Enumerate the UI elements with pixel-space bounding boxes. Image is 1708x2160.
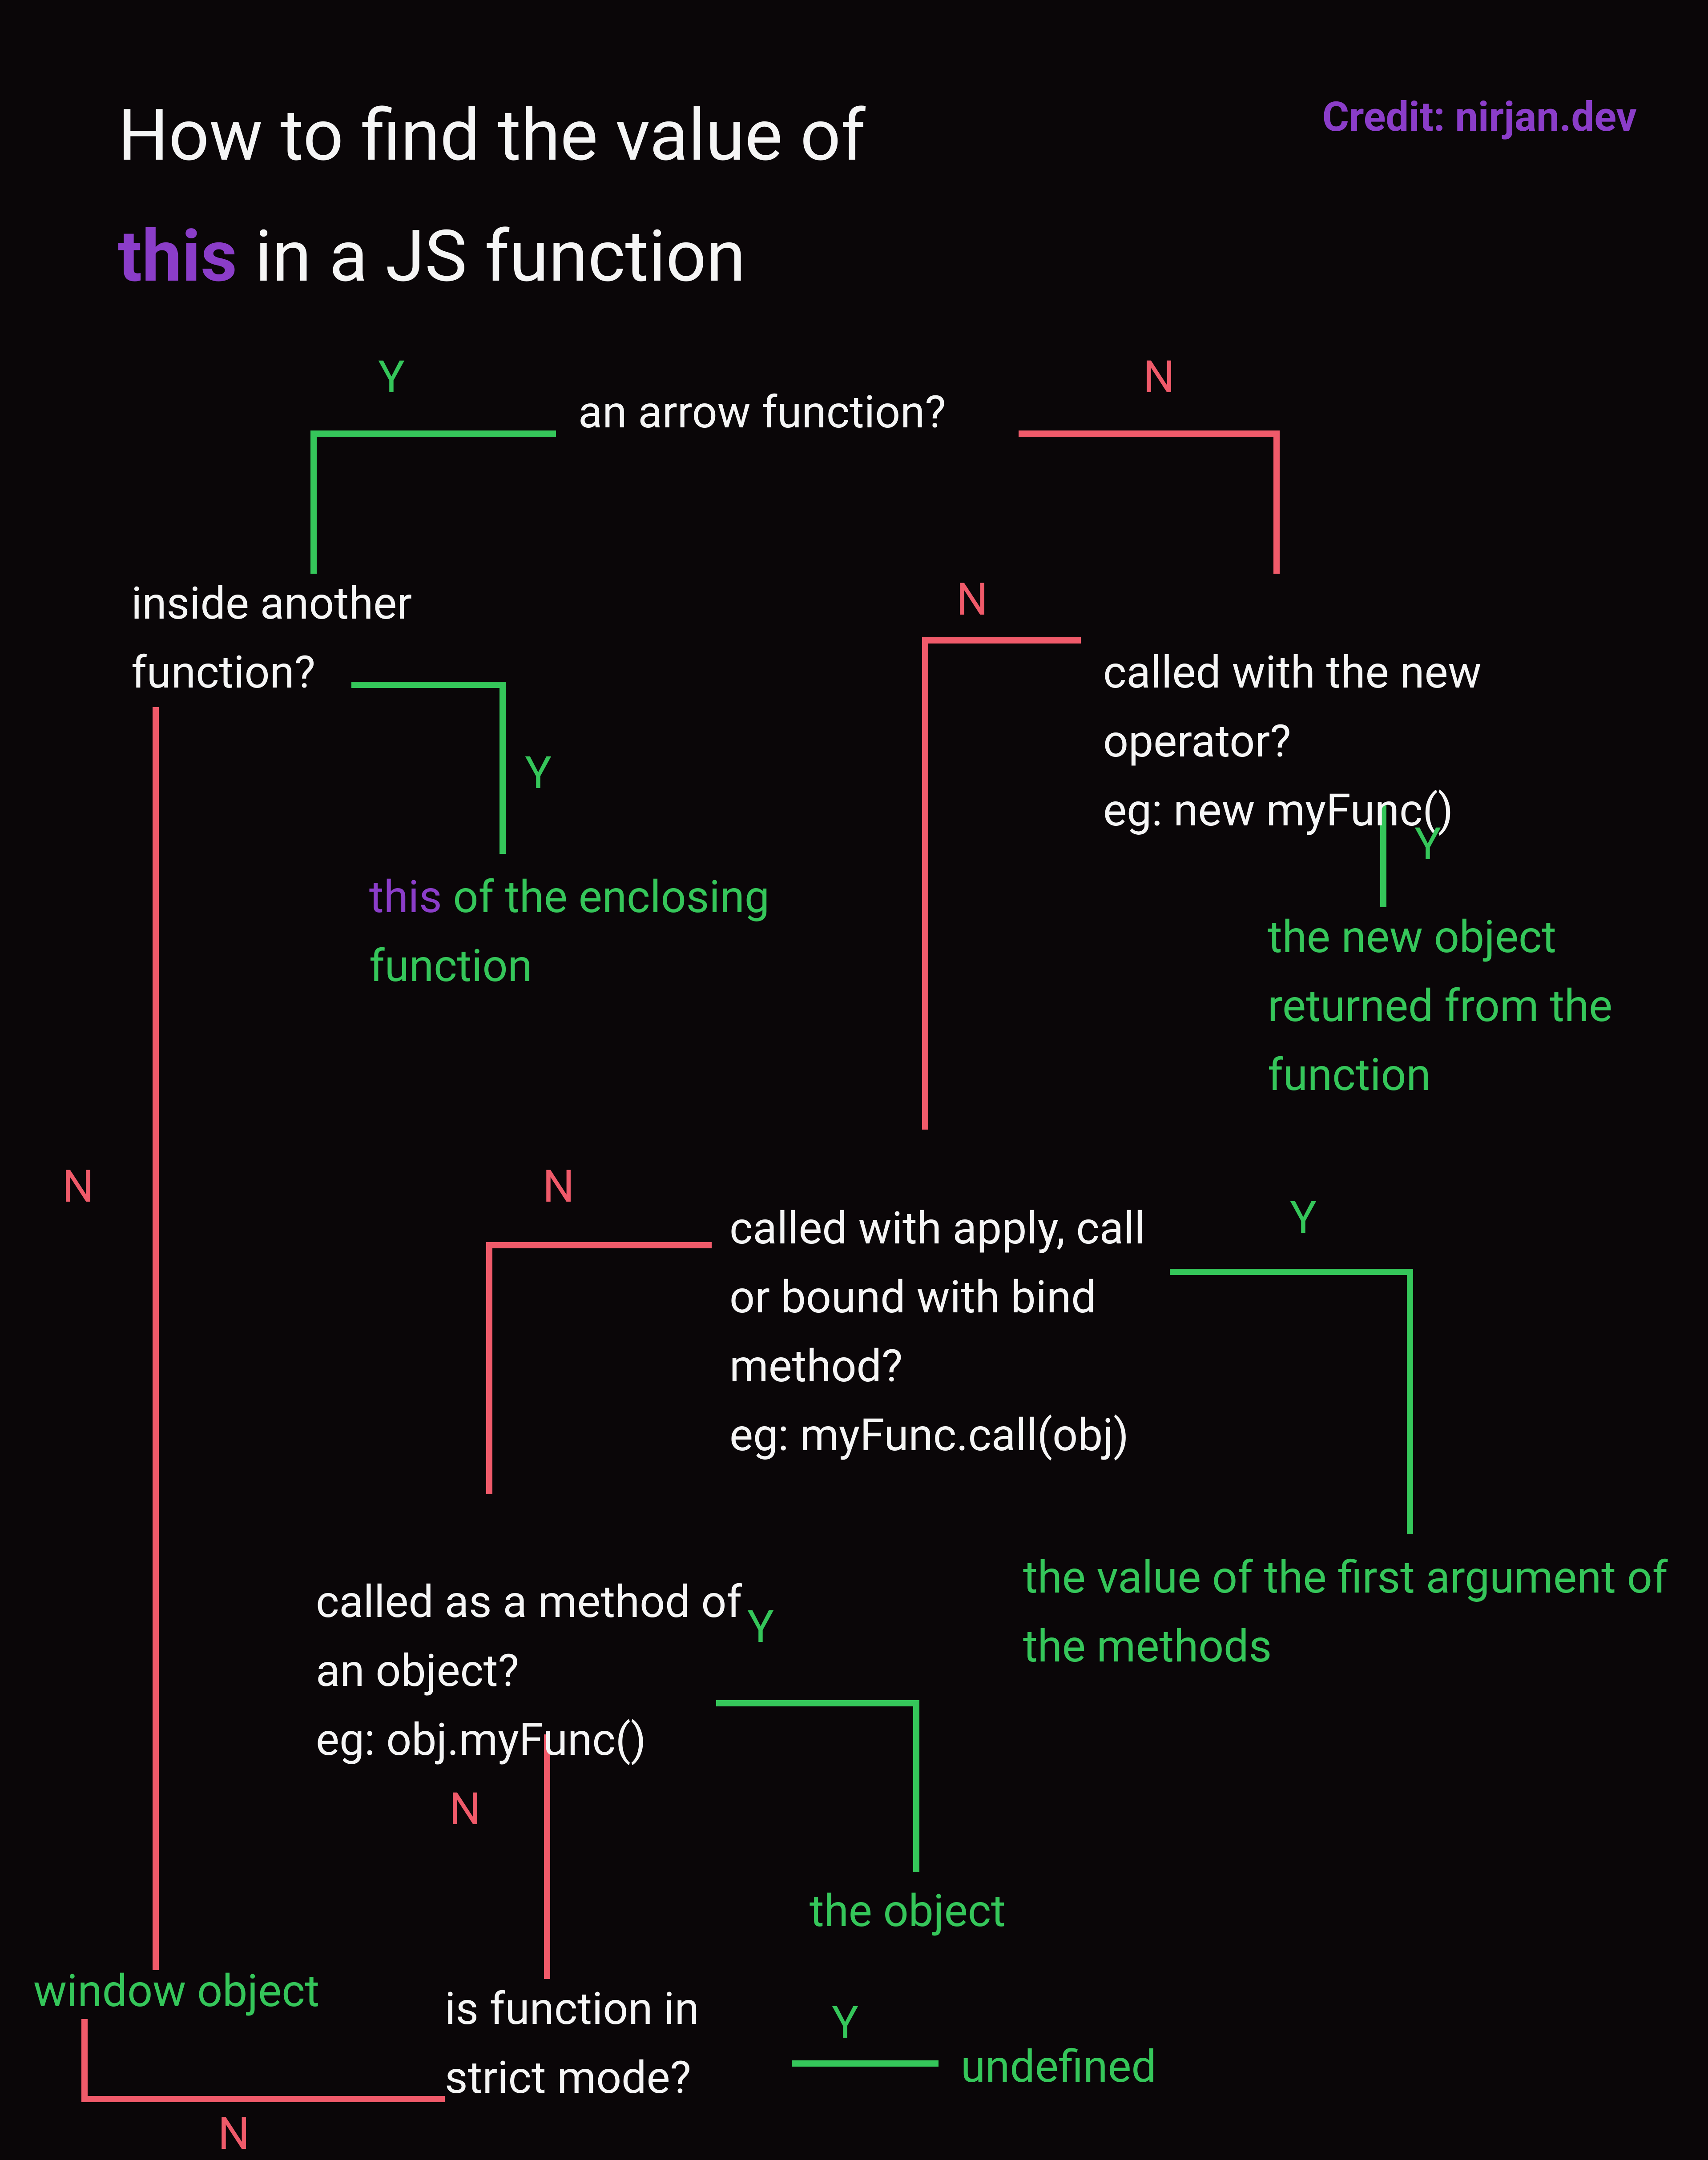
answer-undefined-text: undefined bbox=[961, 2041, 1156, 2093]
question-arrow: an arrow function? bbox=[578, 378, 946, 447]
label-yes: Y bbox=[832, 1997, 858, 2049]
answer-new-object: the new object returned from the functio… bbox=[1268, 903, 1677, 1110]
answer-enclosing-kw: this bbox=[369, 871, 442, 923]
question-method-text: called as a method of an object? eg: obj… bbox=[316, 1576, 742, 1766]
label-yes: Y bbox=[747, 1601, 774, 1653]
credit-text: Credit: nirjan.dev bbox=[1322, 93, 1637, 141]
label-no: N bbox=[1143, 351, 1175, 403]
label-no: N bbox=[956, 574, 988, 626]
answer-object: the object bbox=[810, 1877, 1006, 1946]
answer-undefined: undefined bbox=[961, 2032, 1156, 2101]
question-strict-text: is function in strict mode? bbox=[445, 1983, 699, 2104]
question-apply: called with apply, call or bound with bi… bbox=[729, 1125, 1174, 1470]
answer-first-arg-text: the value of the first argument of the m… bbox=[1023, 1552, 1668, 1673]
question-new-text: called with the new operator? eg: new my… bbox=[1103, 647, 1482, 837]
label-yes: Y bbox=[1414, 818, 1441, 870]
label-no: N bbox=[218, 2108, 250, 2160]
answer-window-text: window object bbox=[33, 1965, 319, 2017]
title-keyword: this bbox=[118, 215, 237, 298]
answer-enclosing: this of the enclosing function bbox=[369, 863, 769, 1001]
page-title: How to find the value of this in a JS fu… bbox=[118, 76, 866, 318]
answer-object-text: the object bbox=[810, 1885, 1006, 1937]
label-yes: Y bbox=[378, 351, 405, 403]
answer-window: window object bbox=[33, 1957, 319, 2026]
label-no: N bbox=[449, 1783, 481, 1835]
label-yes: Y bbox=[1290, 1192, 1317, 1244]
label-no: N bbox=[62, 1161, 94, 1213]
question-inside-text: inside another function? bbox=[131, 578, 412, 699]
question-strict: is function in strict mode? bbox=[445, 1975, 765, 2112]
question-new: called with the new operator? eg: new my… bbox=[1103, 569, 1615, 845]
question-arrow-text: an arrow function? bbox=[578, 386, 946, 438]
question-inside: inside another function? bbox=[131, 569, 523, 707]
question-method: called as a method of an object? eg: obj… bbox=[316, 1499, 783, 1774]
label-yes: Y bbox=[525, 747, 552, 799]
answer-new-object-text: the new object returned from the functio… bbox=[1268, 911, 1612, 1101]
question-apply-text: called with apply, call or bound with bi… bbox=[729, 1203, 1145, 1461]
title-line1: How to find the value of bbox=[118, 94, 866, 177]
label-no: N bbox=[543, 1161, 574, 1213]
title-line2-rest: in a JS function bbox=[237, 215, 745, 298]
answer-first-arg: the value of the first argument of the m… bbox=[1023, 1543, 1672, 1681]
